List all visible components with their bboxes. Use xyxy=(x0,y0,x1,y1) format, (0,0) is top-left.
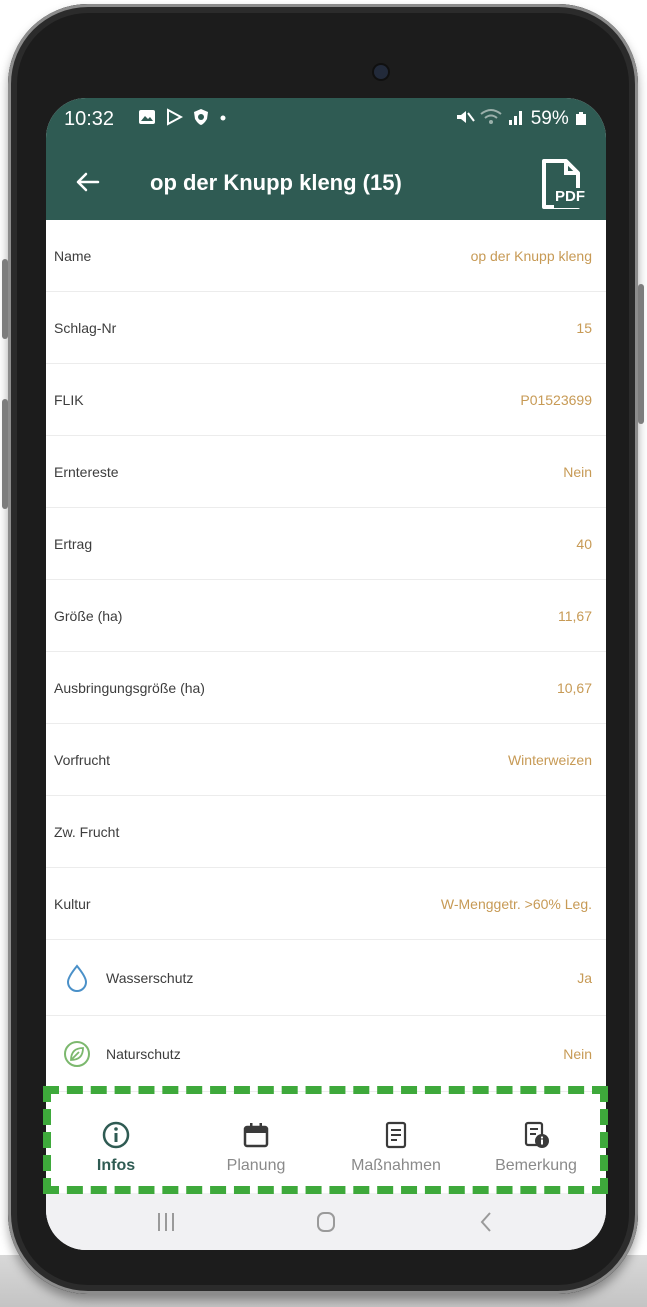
mute-icon xyxy=(456,111,475,123)
list-item-water-protection: Wasserschutz Ja xyxy=(46,940,606,1016)
protection-label-wrap: Wasserschutz xyxy=(54,963,193,993)
back-button[interactable] xyxy=(68,162,108,202)
status-time: 10:32 xyxy=(64,108,115,130)
field-label: Name xyxy=(54,247,92,264)
field-label: FLIK xyxy=(54,391,84,408)
field-label: Erntereste xyxy=(54,463,119,480)
field-label: Schlag-Nr xyxy=(54,319,117,336)
field-value: 11,67 xyxy=(558,607,592,624)
protection-label-wrap: Naturschutz xyxy=(54,1039,181,1069)
list-item: Größe (ha) 11,67 xyxy=(46,580,606,652)
page-title: op der Knupp kleng (15) xyxy=(150,170,402,195)
highlight-frame xyxy=(43,1086,608,1194)
protection-label: Wasserschutz xyxy=(106,969,194,986)
field-label: Größe (ha) xyxy=(54,607,123,624)
water-drop-icon xyxy=(66,963,88,992)
notification-icons xyxy=(138,108,227,129)
protection-label: Naturschutz xyxy=(106,1045,181,1062)
pdf-export-button[interactable]: PDF xyxy=(538,158,588,210)
play-store-icon xyxy=(167,108,184,126)
field-label: Kultur xyxy=(54,895,91,912)
list-item: Kultur W-Menggetr. >60% Leg. xyxy=(46,868,606,940)
list-item: Erntereste Nein xyxy=(46,436,606,508)
field-label: Zw. Frucht xyxy=(54,823,120,840)
recent-apps-icon xyxy=(158,1213,174,1231)
field-value: op der Knupp kleng xyxy=(470,247,592,264)
list-item: Ausbringungsgröße (ha) 10,67 xyxy=(46,652,606,724)
list-item: FLIK P01523699 xyxy=(46,364,606,436)
field-label: Ausbringungsgröße (ha) xyxy=(54,679,205,696)
list-item: Vorfrucht Winterweizen xyxy=(46,724,606,796)
phone-screen: 10:32 59% op der Knupp kleng (15) PDF Na… xyxy=(46,98,606,1250)
dot-icon xyxy=(220,115,226,121)
protection-value: Ja xyxy=(577,969,592,986)
leaf-icon xyxy=(64,1040,90,1067)
system-navigation-bar xyxy=(46,1193,606,1250)
volume-button xyxy=(2,259,8,339)
field-value: 40 xyxy=(576,535,592,552)
field-value: 10,67 xyxy=(556,679,592,696)
battery-percent: 59% xyxy=(530,108,569,129)
protection-value: Nein xyxy=(563,1045,592,1062)
gallery-icon xyxy=(139,110,155,124)
field-value: Nein xyxy=(563,463,592,480)
shield-icon xyxy=(194,109,209,125)
system-back-button[interactable] xyxy=(466,1205,506,1239)
field-value: W-Menggetr. >60% Leg. xyxy=(440,895,592,912)
list-item: Ertrag 40 xyxy=(46,508,606,580)
field-label: Vorfrucht xyxy=(54,751,111,768)
power-button-left xyxy=(2,399,8,509)
field-value: P01523699 xyxy=(520,391,592,408)
status-bar: 10:32 59% xyxy=(46,98,606,148)
app-bar: op der Knupp kleng (15) PDF xyxy=(46,148,606,220)
list-item: Name op der Knupp kleng xyxy=(46,220,606,292)
field-value: Winterweizen xyxy=(507,751,592,768)
wifi-icon xyxy=(480,109,502,124)
field-value: 15 xyxy=(576,319,592,336)
front-camera xyxy=(374,65,388,79)
list-item: Zw. Frucht xyxy=(46,796,606,868)
home-icon xyxy=(317,1212,335,1232)
signal-icon xyxy=(509,111,523,125)
pdf-label: PDF xyxy=(555,188,585,205)
field-label: Ertrag xyxy=(54,535,93,552)
field-info-list: Name op der Knupp kleng Schlag-Nr 15 FLI… xyxy=(46,220,606,1092)
arrow-left-icon xyxy=(76,172,100,192)
status-right: 59% xyxy=(455,108,588,130)
list-item: Schlag-Nr 15 xyxy=(46,292,606,364)
chevron-left-icon xyxy=(480,1212,491,1232)
list-item-nature-protection: Naturschutz Nein xyxy=(46,1016,606,1092)
side-button-right xyxy=(638,284,644,424)
battery-icon xyxy=(576,112,586,125)
recent-apps-button[interactable] xyxy=(146,1205,186,1239)
home-button[interactable] xyxy=(306,1205,346,1239)
